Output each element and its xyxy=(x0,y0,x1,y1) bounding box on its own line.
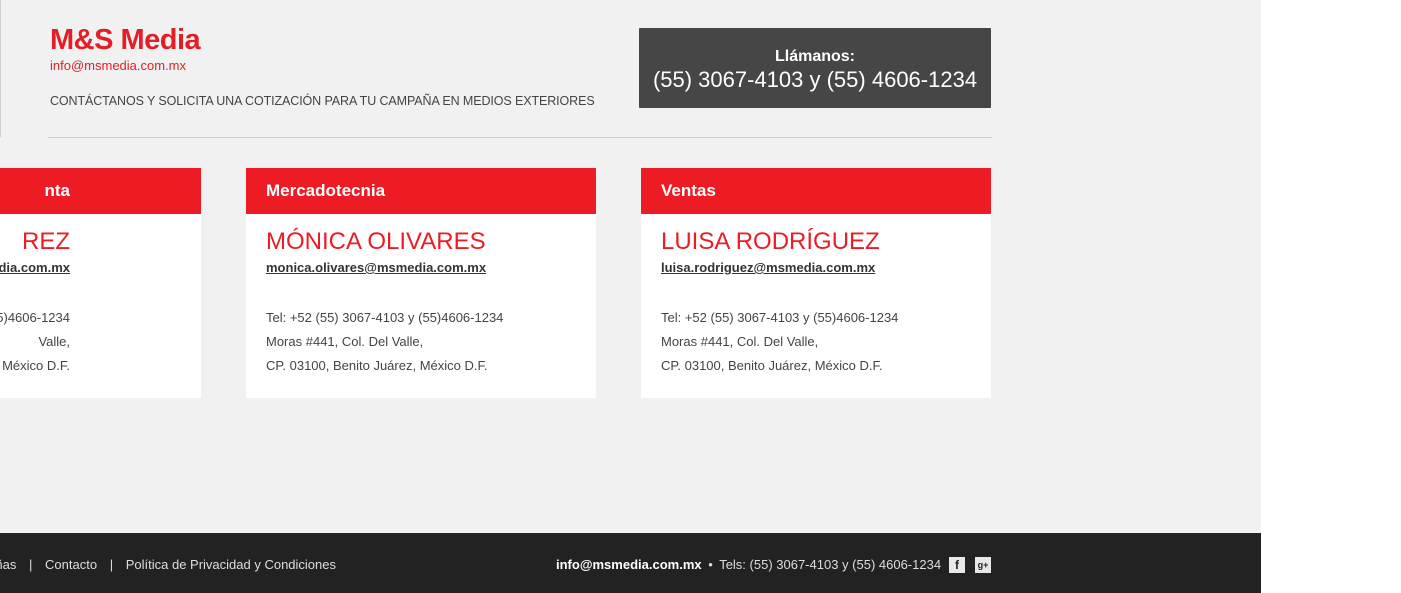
contact-tagline: CONTÁCTANOS Y SOLICITA UNA COTIZACIÓN PA… xyxy=(50,94,595,108)
contact-card-direction: nta REZ dia.com.mx 03 y (55)4606-1234 Va… xyxy=(0,168,201,398)
google-plus-icon[interactable]: g+ xyxy=(975,557,991,573)
brand-email-link[interactable]: info@msmedia.com.mx xyxy=(50,58,186,73)
card-phone: Tel: +52 (55) 3067-4103 y (55)4606-1234 xyxy=(266,310,504,325)
card-header: nta xyxy=(0,168,201,214)
contact-card-marketing: Mercadotecnia MÓNICA OLIVARES monica.oli… xyxy=(246,168,596,398)
card-address-line1: Moras #441, Col. Del Valle, xyxy=(661,334,819,349)
brand-title: M&S Media xyxy=(50,24,201,56)
card-address-line1: Moras #441, Col. Del Valle, xyxy=(266,334,424,349)
card-email-link[interactable]: dia.com.mx xyxy=(0,260,70,275)
footer-dot: • xyxy=(708,557,713,572)
footer-nav: pañas | Contacto | Política de Privacida… xyxy=(0,557,336,572)
card-department: Ventas xyxy=(661,181,716,200)
call-us-phones: (55) 3067-4103 y (55) 4606-1234 xyxy=(652,67,978,92)
footer-link-campaigns[interactable]: pañas xyxy=(0,557,16,572)
card-contact-name: MÓNICA OLIVARES xyxy=(266,228,486,255)
call-us-box: Llámanos: (55) 3067-4103 y (55) 4606-123… xyxy=(639,28,991,108)
card-contact-name: LUISA RODRÍGUEZ xyxy=(661,228,880,255)
left-border xyxy=(0,0,1,137)
card-header: Ventas xyxy=(641,168,991,214)
facebook-icon[interactable]: f xyxy=(949,557,965,573)
card-address-line1: Valle, xyxy=(38,334,70,349)
card-address-line2: CP. 03100, Benito Juárez, México D.F. xyxy=(266,358,488,373)
card-department: Mercadotecnia xyxy=(266,181,386,200)
card-email-link[interactable]: luisa.rodriguez@msmedia.com.mx xyxy=(661,260,875,275)
card-phone: 03 y (55)4606-1234 xyxy=(0,310,70,325)
card-contact-name: REZ xyxy=(22,228,70,255)
card-email-link[interactable]: monica.olivares@msmedia.com.mx xyxy=(266,260,486,275)
card-address-line2: rez, México D.F. xyxy=(0,358,70,373)
footer-link-privacy[interactable]: Política de Privacidad y Condiciones xyxy=(126,557,336,572)
card-phone: Tel: +52 (55) 3067-4103 y (55)4606-1234 xyxy=(661,310,899,325)
card-header: Mercadotecnia xyxy=(246,168,596,214)
page: M&S Media info@msmedia.com.mx CONTÁCTANO… xyxy=(0,0,1261,593)
footer-link-contact[interactable]: Contacto xyxy=(45,557,97,572)
card-department: nta xyxy=(44,181,71,200)
footer-separator: | xyxy=(109,557,114,572)
card-address-line2: CP. 03100, Benito Juárez, México D.F. xyxy=(661,358,883,373)
call-us-label: Llámanos: xyxy=(774,48,855,65)
footer-email-link[interactable]: info@msmedia.com.mx xyxy=(556,557,702,572)
footer-phones: Tels: (55) 3067-4103 y (55) 4606-1234 xyxy=(719,557,942,572)
footer-separator: | xyxy=(29,557,33,572)
contact-card-sales: Ventas LUISA RODRÍGUEZ luisa.rodriguez@m… xyxy=(641,168,991,398)
footer-contact: info@msmedia.com.mx • Tels: (55) 3067-41… xyxy=(556,557,941,572)
header-divider xyxy=(48,137,992,138)
footer: pañas | Contacto | Política de Privacida… xyxy=(0,533,1261,593)
